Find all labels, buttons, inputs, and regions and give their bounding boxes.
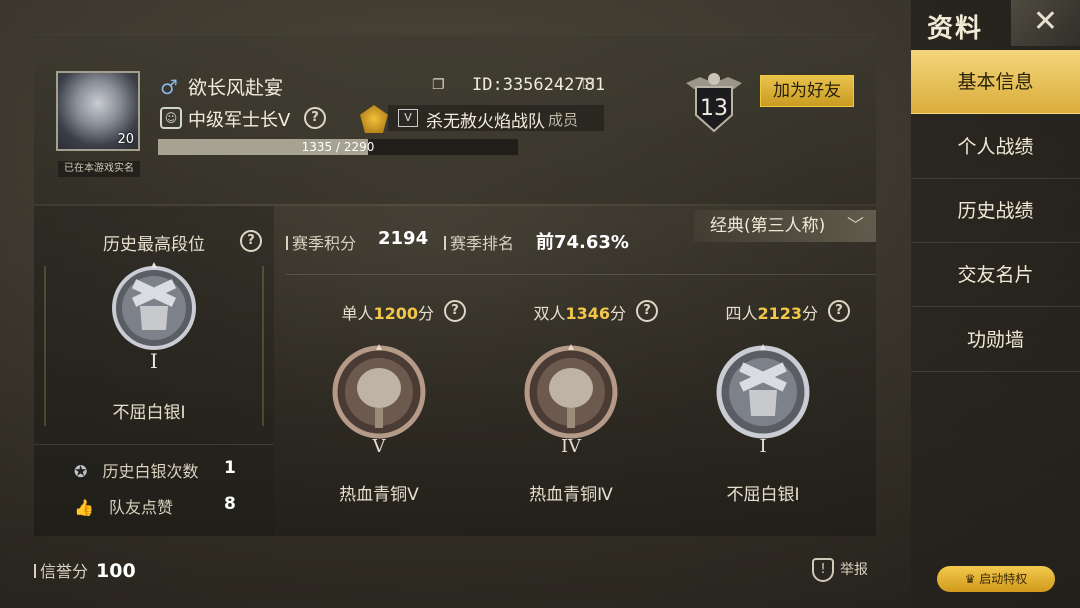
chevron-down-icon: ﹀ xyxy=(847,216,864,236)
launch-privilege-button[interactable]: ♛ 启动特权 xyxy=(937,566,1055,592)
rank-help-icon[interactable]: ? xyxy=(304,107,326,129)
solo-mode-card[interactable]: 单人1200分 ? V 热血青铜Ⅴ xyxy=(284,300,474,520)
bronze-rank-medal-icon: IV xyxy=(524,344,618,457)
shield-icon: ! xyxy=(812,558,834,582)
sidebar-item-basic-info[interactable]: 基本信息 xyxy=(911,50,1080,114)
duo-help-icon[interactable]: ? xyxy=(636,300,658,322)
season-badge-icon: 13 xyxy=(686,73,742,133)
silver-count-label: 历史白银次数 xyxy=(102,462,199,481)
credit-score-label: 信誉分 xyxy=(40,562,89,581)
silver-count-row: ✪ 历史白银次数 1 xyxy=(74,458,236,482)
duo-rank-numeral: IV xyxy=(561,436,582,457)
season-number: 13 xyxy=(700,96,728,121)
season-points-value: 2194 xyxy=(378,228,429,249)
divider xyxy=(34,444,274,445)
clan-badge-icon xyxy=(360,105,388,133)
copy-icon[interactable]: ❐ xyxy=(432,77,445,93)
season-ranking-label: 赛季排名 xyxy=(444,230,514,254)
profile-panel: 20 已在本游戏实名 ♂ 欲长风赴宴 ☺ 中级军士长Ⅴ ? 1335 / 229… xyxy=(34,34,876,204)
clan-role: 成员 xyxy=(548,111,579,129)
season-ranking-value: 前74.63% xyxy=(536,232,629,253)
credit-score-value: 100 xyxy=(96,560,136,582)
silver-count-icon: ✪ xyxy=(74,462,88,481)
sidebar-title: 资料 xyxy=(927,14,984,44)
close-icon: ✕ xyxy=(1032,4,1059,39)
sidebar-item-match-history[interactable]: 历史战绩 xyxy=(911,179,1080,243)
sidebar-item-achievement-wall[interactable]: 功勋墙 xyxy=(911,308,1080,372)
exp-progress-bar: 1335 / 2290 xyxy=(158,139,518,155)
sidebar: 资料 ✕ 基本信息 个人战绩 历史战绩 交友名片 功勋墙 ♛ 启动特权 xyxy=(911,0,1080,608)
teammate-likes-row: 👍 队友点赞 8 xyxy=(74,494,236,518)
male-gender-icon: ♂ xyxy=(160,75,178,99)
realname-tag: 已在本游戏实名 xyxy=(58,161,140,177)
squad-rank-name: 不屈白银Ⅰ xyxy=(726,485,800,505)
solo-rank-numeral: V xyxy=(372,436,387,457)
solo-rank-name: 热血青铜Ⅴ xyxy=(339,485,419,505)
avatar-level: 20 xyxy=(117,132,134,147)
squad-mode-card[interactable]: 四人2123分 ? I 不屈白银Ⅰ xyxy=(668,300,858,520)
clan-info[interactable]: V 杀无赦火焰战队 成员 xyxy=(388,105,604,132)
game-mode-dropdown[interactable]: 经典(第三人称) ﹀ xyxy=(694,210,876,242)
bronze-rank-medal-icon: V xyxy=(332,344,426,457)
silver-rank-medal-icon: I xyxy=(716,344,810,457)
duo-mode-card[interactable]: 双人1346分 ? IV 热血青铜Ⅳ xyxy=(476,300,666,520)
privilege-icon: ♛ xyxy=(964,572,980,586)
credit-score: 信誉分 100 xyxy=(34,558,136,582)
likes-value: 8 xyxy=(224,494,236,514)
squad-help-icon[interactable]: ? xyxy=(828,300,850,322)
silver-rank-medal-icon: I xyxy=(112,262,196,373)
duo-rank-name: 热血青铜Ⅳ xyxy=(529,485,613,505)
history-rank-name: 不屈白银Ⅰ xyxy=(112,403,186,423)
solo-help-icon[interactable]: ? xyxy=(444,300,466,322)
duo-mode-label: 双人1346分 xyxy=(533,304,626,323)
silver-count-value: 1 xyxy=(224,458,236,478)
history-rank-numeral: I xyxy=(150,349,158,373)
thumbs-up-icon: 👍 xyxy=(74,498,94,517)
clan-name: 杀无赦火焰战队 xyxy=(426,112,545,132)
privilege-label: 启动特权 xyxy=(979,572,1028,586)
report-label: 举报 xyxy=(840,562,868,578)
rank-insignia-icon: ☺ xyxy=(160,107,182,129)
game-mode-value: 经典(第三人称) xyxy=(710,216,826,236)
sidebar-item-social-card[interactable]: 交友名片 xyxy=(911,243,1080,307)
copy-id-icon[interactable]: ❐ xyxy=(582,77,595,93)
username: 欲长风赴宴 xyxy=(188,77,284,99)
sidebar-item-personal-stats[interactable]: 个人战绩 xyxy=(911,115,1080,179)
close-button[interactable]: ✕ xyxy=(1011,0,1080,46)
stats-panel: 历史最高段位 ? I 不屈白银Ⅰ ✪ 历史白银次数 1 👍 队友点赞 8 经典(… xyxy=(34,206,876,536)
solo-mode-label: 单人1200分 xyxy=(341,304,434,323)
exp-progress-text: 1335 / 2290 xyxy=(301,140,375,154)
clan-logo-icon: V xyxy=(398,109,418,127)
rank-title: 中级军士长Ⅴ xyxy=(188,110,291,131)
season-points-label: 赛季积分 xyxy=(286,230,356,254)
avatar[interactable]: 20 xyxy=(56,71,140,151)
divider xyxy=(286,274,876,275)
history-highest-rank-title: 历史最高段位 xyxy=(103,235,205,255)
likes-label: 队友点赞 xyxy=(109,498,174,517)
report-button[interactable]: ! 举报 xyxy=(812,558,868,582)
history-help-icon[interactable]: ? xyxy=(240,230,262,252)
squad-rank-numeral: I xyxy=(759,436,766,457)
history-column: 历史最高段位 ? I 不屈白银Ⅰ ✪ 历史白银次数 1 👍 队友点赞 8 xyxy=(34,206,274,536)
squad-mode-label: 四人2123分 xyxy=(725,304,818,323)
add-friend-button[interactable]: 加为好友 xyxy=(760,75,854,107)
